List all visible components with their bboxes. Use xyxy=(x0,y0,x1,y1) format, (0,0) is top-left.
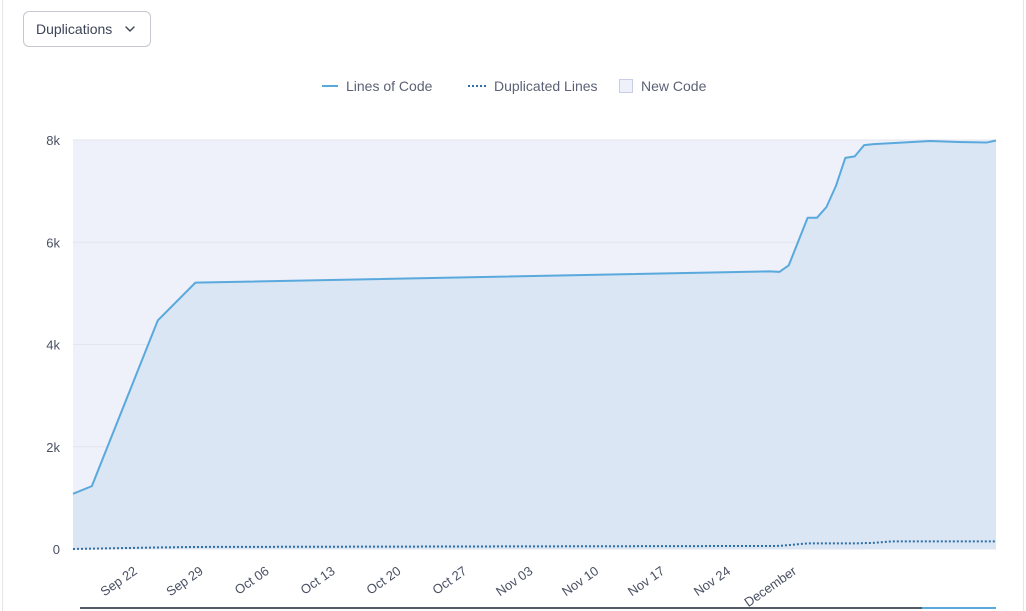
x-tick-label: Oct 27 xyxy=(429,563,469,597)
x-tick-label: Nov 24 xyxy=(691,563,733,599)
y-tick-label: 0 xyxy=(53,542,60,557)
range-selector-track[interactable] xyxy=(80,607,996,609)
x-tick-label: Oct 20 xyxy=(364,563,404,597)
y-tick-label: 4k xyxy=(46,338,60,353)
y-tick-label: 6k xyxy=(46,235,60,250)
x-tick-label: Oct 13 xyxy=(298,563,338,597)
y-axis: 8k 6k 4k 2k 0 xyxy=(46,133,60,557)
x-tick-label: Oct 06 xyxy=(232,563,272,597)
x-tick-label: Nov 03 xyxy=(493,563,535,599)
y-tick-label: 2k xyxy=(46,440,60,455)
chart-svg: 8k 6k 4k 2k 0 Sep 22 Sep 29 Oct 06 Oct 13 Oct 20… xyxy=(46,133,997,610)
x-tick-label: Sep 29 xyxy=(163,563,205,599)
x-tick-label: Sep 22 xyxy=(97,563,139,599)
x-tick-label: Nov 10 xyxy=(559,563,601,599)
range-selector-handle[interactable] xyxy=(922,607,996,609)
x-tick-label: Nov 17 xyxy=(625,563,667,599)
y-tick-label: 8k xyxy=(46,133,60,148)
x-axis: Sep 22 Sep 29 Oct 06 Oct 13 Oct 20 Oct 27 Nov … xyxy=(97,563,799,610)
x-tick-label: December xyxy=(741,563,799,610)
